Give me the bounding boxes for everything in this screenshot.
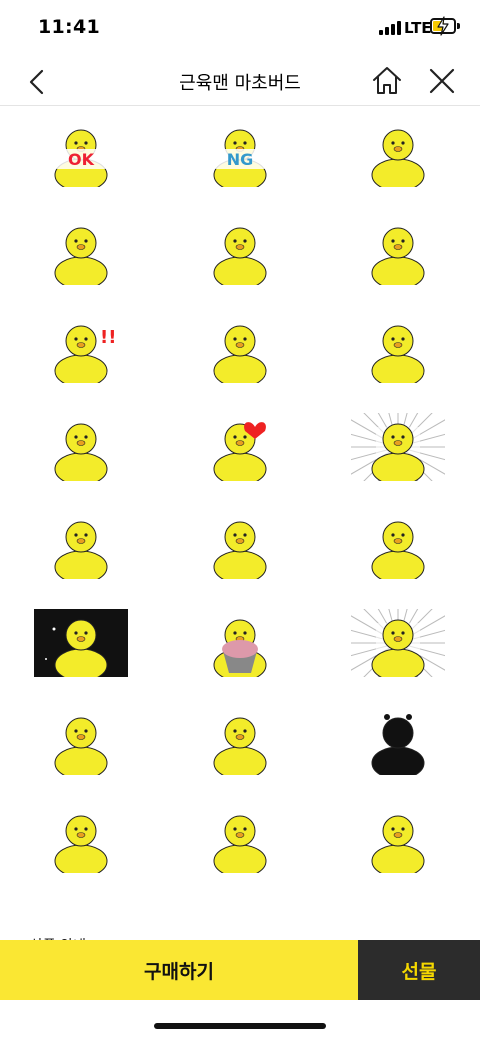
- night-sky-sticker-icon[interactable]: [34, 609, 128, 677]
- pillow-sticker-icon-art: [54, 815, 108, 873]
- network-label: LTE: [404, 19, 432, 37]
- sleeping-sticker-icon[interactable]: [351, 217, 445, 285]
- buy-button[interactable]: 구매하기: [0, 940, 358, 1000]
- punch-wall-sticker-icon[interactable]: [193, 511, 287, 579]
- gift-button[interactable]: 선물: [358, 940, 480, 1000]
- home-indicator[interactable]: [154, 1023, 326, 1029]
- thinking-sticker-icon[interactable]: [193, 315, 287, 383]
- idea-sticker-icon-art: [54, 717, 108, 775]
- shocked-sticker-icon-art: [351, 413, 445, 481]
- shadow-sticker-icon[interactable]: [351, 707, 445, 775]
- status-bar: 11:41 LTE: [0, 0, 480, 56]
- svg-text:!!: !!: [100, 327, 116, 348]
- singing-sticker-icon-art: [213, 227, 267, 285]
- idea-sticker-icon[interactable]: [34, 707, 128, 775]
- bunny-ears-sticker-icon-art: [213, 717, 267, 775]
- pillow-sticker-icon[interactable]: [34, 805, 128, 873]
- night-sky-sticker-icon-art: [34, 609, 128, 677]
- back-view-sticker-icon-art: [54, 521, 108, 579]
- bending-sticker-icon[interactable]: [351, 315, 445, 383]
- cupcake-sticker-icon-art: [213, 619, 267, 677]
- charging-bolt-icon: [437, 16, 449, 36]
- heart-kiss-sticker-icon[interactable]: [193, 413, 287, 481]
- praying-sticker-icon-art: [371, 815, 425, 873]
- pose-sticker-icon[interactable]: [351, 609, 445, 677]
- flexing-sticker-icon[interactable]: [34, 217, 128, 285]
- back-view-sticker-icon[interactable]: [34, 511, 128, 579]
- bowing-sticker-icon-art: [371, 129, 425, 187]
- ng-sticker-icon[interactable]: NG: [193, 119, 287, 187]
- sleeping-sticker-icon-art: [371, 227, 425, 285]
- nav-bar: 근육맨 마초버드: [0, 56, 480, 106]
- punch-wall-sticker-icon-art: [213, 521, 267, 579]
- status-time: 11:41: [38, 16, 100, 38]
- heart-kiss-sticker-icon-art: [213, 422, 267, 481]
- thinking-sticker-icon-art: [213, 325, 267, 383]
- svg-text:OK: OK: [68, 150, 95, 169]
- flexing-sticker-icon-art: [54, 227, 108, 285]
- battery-tip: [457, 23, 460, 29]
- page-title: 근육맨 마초버드: [179, 73, 301, 94]
- cupcake-sticker-icon[interactable]: [193, 609, 287, 677]
- bottom-action-bar: 구매하기 선물: [0, 940, 480, 1000]
- close-icon[interactable]: [426, 65, 458, 97]
- shocked-sticker-icon[interactable]: [351, 413, 445, 481]
- dancing-sticker-icon-art: [371, 521, 425, 579]
- pointing-sticker-icon[interactable]: [34, 413, 128, 481]
- ok-sticker-icon[interactable]: OK: [34, 119, 128, 187]
- pointing-sticker-icon-art: [54, 423, 108, 481]
- home-icon[interactable]: [370, 64, 404, 98]
- sticker-grid: OK NG !!: [0, 107, 480, 940]
- shower-sticker-icon[interactable]: [193, 805, 287, 873]
- bowing-sticker-icon[interactable]: [351, 119, 445, 187]
- singing-sticker-icon[interactable]: [193, 217, 287, 285]
- ok-sticker-icon-art: OK: [52, 129, 110, 187]
- ng-sticker-icon-art: NG: [211, 129, 269, 187]
- praying-sticker-icon[interactable]: [351, 805, 445, 873]
- bending-sticker-icon-art: [371, 325, 425, 383]
- shadow-sticker-icon-art: [371, 714, 425, 775]
- pose-sticker-icon-art: [351, 609, 445, 677]
- surprised-sticker-icon-art: !!: [54, 325, 116, 383]
- svg-text:NG: NG: [227, 150, 254, 169]
- dancing-sticker-icon[interactable]: [351, 511, 445, 579]
- surprised-sticker-icon[interactable]: !!: [34, 315, 128, 383]
- bunny-ears-sticker-icon[interactable]: [193, 707, 287, 775]
- signal-icon: [379, 21, 401, 35]
- shower-sticker-icon-art: [213, 815, 267, 873]
